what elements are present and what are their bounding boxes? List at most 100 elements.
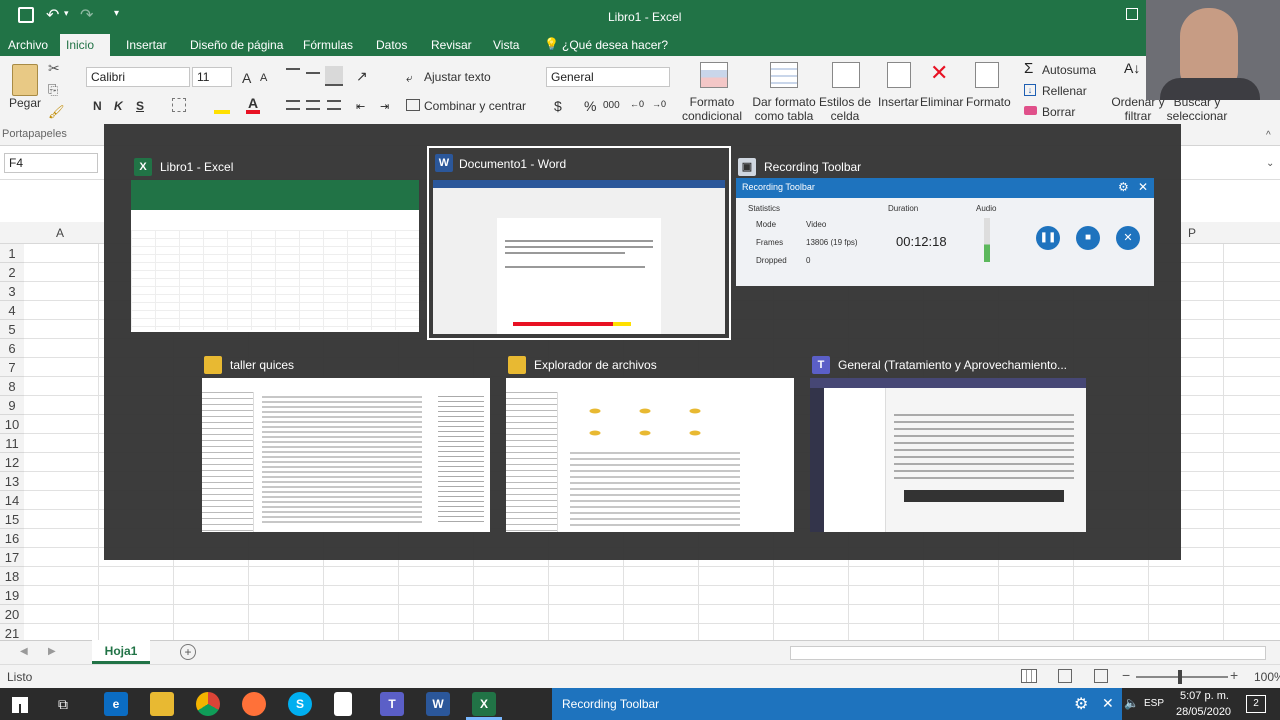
tab-archivo[interactable]: Archivo [2,36,54,54]
merge-center-button[interactable]: Combinar y centrar [424,99,526,113]
autosum-button[interactable]: Autosuma [1042,63,1096,77]
speaker-icon[interactable]: 🔈 [1124,696,1139,710]
zoom-level[interactable]: 100% [1254,670,1280,684]
row-header[interactable]: 14 [0,491,24,510]
fill-button[interactable]: Rellenar [1042,84,1087,98]
prev-sheet-icon[interactable]: ◀ [20,646,28,657]
align-left-icon[interactable] [286,100,300,110]
switcher-card-explorer[interactable]: Explorador de archivos [504,350,796,534]
paste-button[interactable]: Pegar [9,96,41,110]
wrap-text-button[interactable]: Ajustar texto [424,70,491,84]
font-name-select[interactable]: Calibri [86,67,190,87]
clear-button[interactable]: Borrar [1042,105,1075,119]
taskbar-settings-icon[interactable]: ⚙ [1074,694,1088,714]
customize-qat-icon[interactable]: ▾ [114,8,119,19]
teams-taskbar-icon[interactable]: T [380,692,404,716]
undo-icon[interactable]: ↶ [46,5,59,25]
percent-button[interactable]: % [584,98,596,114]
bold-button[interactable]: N [93,99,102,113]
format-as-table-button[interactable]: Dar formato como tabla [752,95,816,123]
cell-styles-button[interactable]: Estilos de celda [818,95,872,123]
recording-toolbar-taskbar[interactable]: Recording Toolbar ⚙ ✕ [552,688,1122,720]
increase-indent-icon[interactable]: ⇥ [380,100,389,113]
row-header[interactable]: 18 [0,567,24,586]
delete-cells-button[interactable]: Eliminar [920,95,963,109]
clock-time[interactable]: 5:07 p. m. [1180,690,1229,702]
switcher-card-folder[interactable]: taller quices [200,350,492,534]
align-middle-icon[interactable] [306,72,320,74]
skype-icon[interactable]: S [288,692,312,716]
chrome-icon[interactable] [196,692,220,716]
word-taskbar-icon[interactable]: W [426,692,450,716]
wrap-text-icon[interactable]: ⤶ [406,71,413,86]
next-sheet-icon[interactable]: ▶ [48,646,56,657]
row-header[interactable]: 17 [0,548,24,567]
ribbon-display-icon[interactable] [1126,8,1138,20]
clock-date[interactable]: 28/05/2020 [1176,706,1231,718]
shrink-font-icon[interactable]: A [260,72,267,84]
row-header[interactable]: 4 [0,301,24,320]
cut-icon[interactable]: ✂ [48,60,60,77]
fill-color-icon[interactable] [214,96,230,114]
excel-taskbar-icon[interactable]: X [472,692,496,716]
add-sheet-icon[interactable]: + [180,644,196,660]
paste-icon[interactable] [12,64,38,96]
conditional-format-button[interactable]: Formato condicional [680,95,744,123]
conditional-format-icon[interactable] [700,62,728,88]
switcher-card-recorder[interactable]: ▣ Recording Toolbar Recording Toolbar ⚙ … [734,152,1156,288]
page-break-icon[interactable] [1094,669,1108,683]
row-header[interactable]: 9 [0,396,24,415]
expand-formula-icon[interactable]: ⌄ [1266,158,1274,169]
document-icon[interactable] [334,692,352,716]
row-header[interactable]: 6 [0,339,24,358]
save-icon[interactable] [18,7,34,23]
zoom-out-icon[interactable]: − [1122,667,1130,683]
zoom-slider[interactable] [1136,676,1228,678]
decrease-indent-icon[interactable]: ⇤ [356,100,365,113]
collapse-ribbon-icon[interactable]: ^ [1266,130,1271,141]
format-cells-icon[interactable] [975,62,999,88]
sort-filter-icon[interactable]: A↓ [1124,60,1140,76]
row-header[interactable]: 10 [0,415,24,434]
row-header[interactable]: 16 [0,529,24,548]
delete-cells-icon[interactable]: ✕ [930,60,948,86]
row-header[interactable]: 20 [0,605,24,624]
column-header-p[interactable]: P [1188,226,1196,240]
firefox-icon[interactable] [242,692,266,716]
number-format-select[interactable]: General [546,67,670,87]
autosum-icon[interactable]: Σ [1024,60,1033,77]
row-header[interactable]: 5 [0,320,24,339]
edge-icon[interactable]: e [104,692,128,716]
zoom-thumb[interactable] [1178,670,1182,684]
format-cells-button[interactable]: Formato [966,95,1011,109]
insert-cells-icon[interactable] [887,62,911,88]
normal-view-icon[interactable] [1021,669,1037,683]
format-painter-icon[interactable]: 🖌 [48,104,65,120]
thousands-button[interactable]: 000 [603,100,620,111]
decrease-decimal-icon[interactable]: →0 [652,99,666,109]
task-view-icon[interactable]: ⧉ [58,696,68,713]
row-header[interactable]: 3 [0,282,24,301]
italic-button[interactable]: K [114,99,123,113]
font-color-icon[interactable]: A [246,96,261,114]
column-header-a[interactable]: A [56,226,64,240]
stop-button[interactable]: ■ [1076,226,1100,250]
settings-icon[interactable]: ⚙ [1118,180,1129,194]
grow-font-icon[interactable]: A [242,70,251,86]
notifications-icon[interactable]: 2 [1246,695,1266,713]
name-box[interactable]: F4 [4,153,98,173]
taskbar-close-icon[interactable]: ✕ [1102,695,1114,712]
row-header[interactable]: 7 [0,358,24,377]
switcher-card-word[interactable]: W Documento1 - Word [427,146,731,340]
increase-decimal-icon[interactable]: ←0 [630,99,644,109]
tab-inicio[interactable]: Inicio [60,34,110,56]
align-right-icon[interactable] [327,100,341,110]
tab-formulas[interactable]: Fórmulas [297,36,359,54]
row-header[interactable]: 2 [0,263,24,282]
insert-cells-button[interactable]: Insertar [878,95,919,109]
row-header[interactable]: 1 [0,244,24,263]
pause-button[interactable]: ❚❚ [1036,226,1060,250]
row-header[interactable]: 15 [0,510,24,529]
cell-styles-icon[interactable] [832,62,860,88]
align-bottom-icon[interactable] [325,66,343,86]
